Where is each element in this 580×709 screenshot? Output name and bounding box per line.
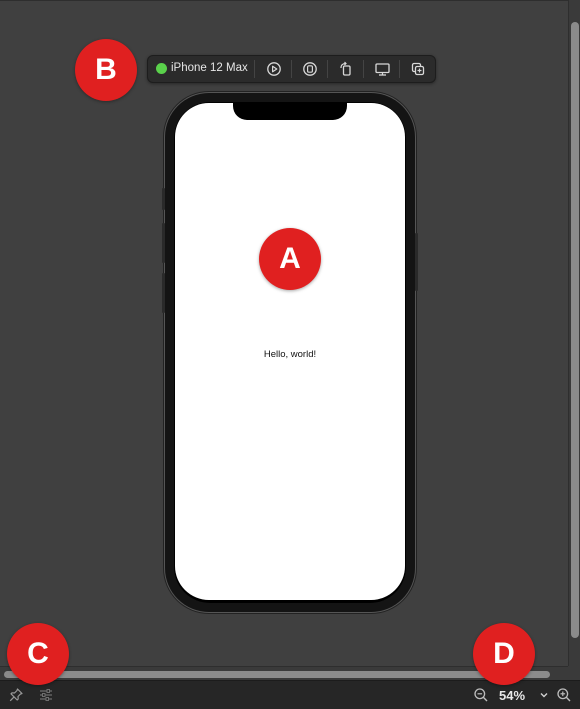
pin-icon: [9, 688, 23, 702]
vertical-scroll-thumb[interactable]: [571, 22, 579, 638]
callout-c: C: [7, 623, 69, 685]
preview-text: Hello, world!: [263, 349, 317, 360]
live-preview-button[interactable]: [263, 59, 285, 79]
zoom-in-icon: [557, 688, 571, 702]
toolbar-divider: [327, 60, 328, 78]
pin-button[interactable]: [6, 685, 26, 705]
duplicate-preview-button[interactable]: [407, 59, 429, 79]
device-screen[interactable]: Hello, world!: [175, 103, 405, 600]
device-selector[interactable]: iPhone 12 Max: [171, 62, 248, 74]
rotate-device-icon: [340, 61, 351, 76]
rotate-device-button[interactable]: [335, 59, 357, 79]
device-bezel: Hello, world!: [174, 102, 406, 603]
device-settings-button[interactable]: [371, 59, 393, 79]
live-preview-icon: [267, 62, 281, 76]
sliders-icon: [40, 689, 52, 701]
device-preview: Hello, world!: [162, 93, 418, 612]
variants-button[interactable]: [36, 685, 56, 705]
callout-a: A: [259, 228, 321, 290]
zoom-in-button[interactable]: [554, 685, 574, 705]
callout-d: D: [473, 623, 535, 685]
zoom-menu-button[interactable]: [534, 685, 554, 705]
device-side-button: [162, 223, 165, 263]
toolbar-divider: [399, 60, 400, 78]
zoom-out-button[interactable]: [471, 685, 491, 705]
device-settings-icon: [374, 63, 390, 76]
device-side-button: [162, 273, 165, 313]
zoom-level[interactable]: 54%: [499, 688, 525, 703]
duplicate-preview-icon: [411, 62, 425, 76]
device-side-button: [415, 233, 418, 291]
callout-b: B: [75, 39, 137, 101]
vertical-scrollbar[interactable]: [568, 0, 580, 666]
chevron-down-icon: [540, 693, 548, 698]
device-side-button: [162, 188, 165, 210]
preview-toolbar: iPhone 12 Max: [147, 55, 436, 83]
toolbar-divider: [254, 60, 255, 78]
scroll-corner: [568, 666, 580, 680]
status-dot: [156, 63, 167, 74]
toolbar-divider: [363, 60, 364, 78]
device-notch: [233, 103, 347, 120]
bottom-bar: 54%: [0, 680, 580, 709]
toolbar-divider: [291, 60, 292, 78]
zoom-out-icon: [474, 688, 488, 702]
selectable-mode-button[interactable]: [299, 59, 321, 79]
horizontal-scroll-thumb[interactable]: [4, 671, 550, 678]
selectable-mode-icon: [303, 62, 317, 76]
